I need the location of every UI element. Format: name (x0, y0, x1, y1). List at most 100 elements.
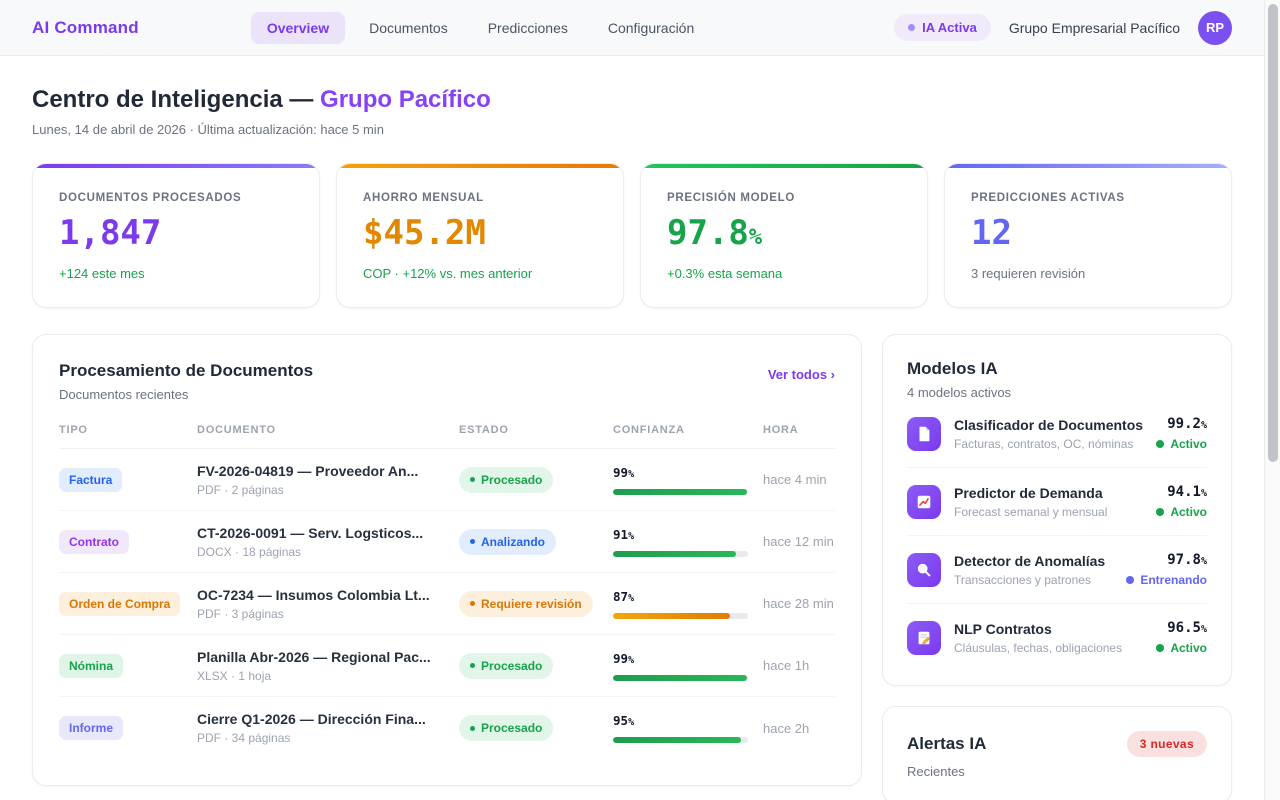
status-dot-icon (1156, 440, 1164, 448)
app-viewport: AI Command Overview Documentos Prediccio… (0, 0, 1264, 800)
nav-tab-predicciones[interactable]: Predicciones (472, 12, 584, 44)
document-meta: DOCX · 18 páginas (197, 545, 459, 559)
row-time: hace 1h (763, 658, 835, 673)
table-row[interactable]: Orden de Compra OC-7234 — Insumos Colomb… (59, 573, 835, 635)
page-subtitle: Lunes, 14 de abril de 2026 · Última actu… (32, 122, 1232, 137)
confidence-bar (613, 737, 748, 743)
vertical-scrollbar[interactable] (1264, 0, 1280, 800)
main-nav: Overview Documentos Predicciones Configu… (251, 12, 710, 44)
col-estado: ESTADO (459, 424, 613, 436)
memo-icon (907, 621, 941, 655)
model-item[interactable]: Detector de Anomalías Transacciones y pa… (907, 536, 1207, 604)
nav-tab-configuracion[interactable]: Configuración (592, 12, 710, 44)
table-row[interactable]: Contrato CT-2026-0091 — Serv. Logsticos.… (59, 511, 835, 573)
page-title-main: Centro de Inteligencia — (32, 86, 320, 113)
model-status: Activo (1156, 641, 1207, 655)
document-name: Planilla Abr-2026 — Regional Pac... (197, 649, 459, 665)
document-icon (907, 417, 941, 451)
alerts-title: Alertas IA (907, 734, 986, 754)
kpi-card-precision-modelo: PRECISIÓN MODELO 97.8% +0.3% esta semana (640, 163, 928, 308)
status-badge: Requiere revisión (459, 591, 593, 617)
status-badge: Procesado (459, 715, 553, 741)
row-time: hace 28 min (763, 596, 835, 611)
doc-type-badge: Contrato (59, 530, 129, 554)
documents-card: Procesamiento de Documentos Documentos r… (32, 334, 862, 786)
status-dot-icon (1156, 508, 1164, 516)
col-tipo: TIPO (59, 424, 197, 436)
alerts-subtitle: Recientes (907, 764, 1207, 779)
status-badge: Procesado (459, 653, 553, 679)
view-all-link[interactable]: Ver todos › (768, 367, 835, 382)
status-dot-icon (470, 601, 475, 606)
alerts-card: Alertas IA 3 nuevas Recientes (882, 706, 1232, 800)
status-dot-icon (1156, 644, 1164, 652)
model-accuracy: 97.8% (1126, 552, 1207, 568)
table-row[interactable]: Informe Cierre Q1-2026 — Dirección Fina.… (59, 697, 835, 759)
chart-icon (907, 485, 941, 519)
col-documento: DOCUMENTO (197, 424, 459, 436)
model-accuracy: 94.1% (1156, 484, 1207, 500)
confidence-bar (613, 551, 748, 557)
documents-title: Procesamiento de Documentos (59, 361, 313, 381)
confidence-bar (613, 675, 748, 681)
status-dot-icon (1126, 576, 1134, 584)
model-item[interactable]: Clasificador de Documentos Facturas, con… (907, 400, 1207, 468)
kpi-value: 12 (971, 216, 1205, 250)
avatar[interactable]: RP (1198, 11, 1232, 45)
app-logo: AI Command (32, 18, 139, 38)
ia-status-badge: IA Activa (894, 14, 991, 41)
model-name: NLP Contratos (954, 621, 1143, 637)
document-meta: XLSX · 1 hoja (197, 669, 459, 683)
kpi-card-documentos-procesados: DOCUMENTOS PROCESADOS 1,847 +124 este me… (32, 163, 320, 308)
kpi-label: PRECISIÓN MODELO (667, 192, 901, 204)
kpi-card-ahorro-mensual: AHORRO MENSUAL $45.2M COP · +12% vs. mes… (336, 163, 624, 308)
model-status: Activo (1156, 437, 1207, 451)
page-head: Centro de Inteligencia — Grupo Pacífico … (0, 56, 1264, 137)
table-row[interactable]: Factura FV-2026-04819 — Proveedor An... … (59, 449, 835, 511)
scrollbar-track[interactable] (1264, 0, 1280, 800)
model-item[interactable]: NLP Contratos Cláusulas, fechas, obligac… (907, 604, 1207, 661)
model-name: Clasificador de Documentos (954, 417, 1143, 433)
kpi-label: PREDICCIONES ACTIVAS (971, 192, 1205, 204)
table-row[interactable]: Nómina Planilla Abr-2026 — Regional Pac.… (59, 635, 835, 697)
status-dot-icon (908, 24, 915, 31)
col-confianza: CONFIANZA (613, 424, 763, 436)
nav-tab-documentos[interactable]: Documentos (353, 12, 464, 44)
documents-subtitle: Documentos recientes (59, 387, 313, 402)
document-name: OC-7234 — Insumos Colombia Lt... (197, 587, 459, 603)
document-name: CT-2026-0091 — Serv. Logsticos... (197, 525, 459, 541)
ia-status-label: IA Activa (922, 20, 977, 35)
kpi-value: 97.8% (667, 216, 901, 250)
model-desc: Forecast semanal y mensual (954, 505, 1143, 519)
kpi-note: COP · +12% vs. mes anterior (363, 266, 597, 281)
status-badge: Procesado (459, 467, 553, 493)
kpi-note: +124 este mes (59, 266, 293, 281)
alerts-count-badge: 3 nuevas (1127, 731, 1207, 757)
confidence-bar (613, 613, 748, 619)
kpi-value: $45.2M (363, 216, 597, 250)
confidence-value: 99% (613, 651, 763, 666)
company-name: Grupo Empresarial Pacífico (1009, 20, 1180, 36)
models-card: Modelos IA 4 modelos activos Clasificado… (882, 334, 1232, 686)
document-meta: PDF · 2 páginas (197, 483, 459, 497)
header-right: IA Activa Grupo Empresarial Pacífico RP (894, 11, 1232, 45)
kpi-card-predicciones-activas: PREDICCIONES ACTIVAS 12 3 requieren revi… (944, 163, 1232, 308)
model-accuracy: 99.2% (1156, 416, 1207, 432)
kpi-label: AHORRO MENSUAL (363, 192, 597, 204)
model-item[interactable]: Predictor de Demanda Forecast semanal y … (907, 468, 1207, 536)
document-meta: PDF · 34 páginas (197, 731, 459, 745)
doc-type-badge: Orden de Compra (59, 592, 180, 616)
kpi-row: DOCUMENTOS PROCESADOS 1,847 +124 este me… (32, 163, 1232, 308)
row-time: hace 4 min (763, 472, 835, 487)
model-name: Detector de Anomalías (954, 553, 1113, 569)
page-title: Centro de Inteligencia — Grupo Pacífico (32, 86, 1232, 114)
page-title-accent: Grupo Pacífico (320, 86, 491, 113)
scrollbar-thumb[interactable] (1268, 4, 1278, 462)
kpi-label: DOCUMENTOS PROCESADOS (59, 192, 293, 204)
table-header: TIPO DOCUMENTO ESTADO CONFIANZA HORA (59, 424, 835, 449)
model-desc: Cláusulas, fechas, obligaciones (954, 641, 1143, 655)
model-status: Activo (1156, 505, 1207, 519)
doc-type-badge: Nómina (59, 654, 123, 678)
status-dot-icon (470, 539, 475, 544)
nav-tab-overview[interactable]: Overview (251, 12, 345, 44)
